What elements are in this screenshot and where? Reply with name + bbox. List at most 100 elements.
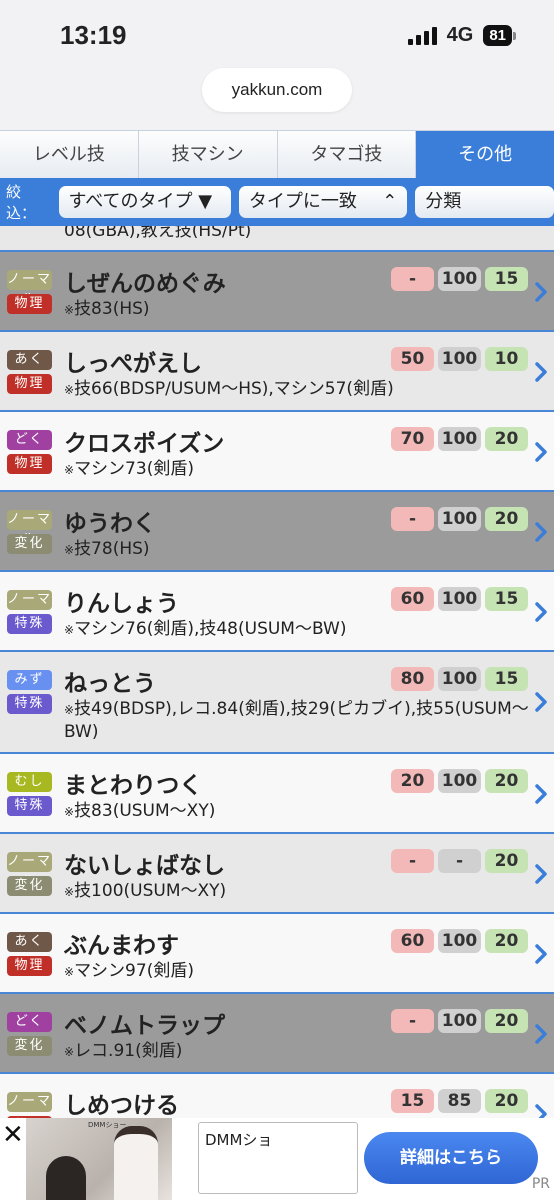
power-value: -: [391, 1009, 434, 1033]
tab-egg-moves[interactable]: タマゴ技: [277, 131, 417, 178]
move-name: ぶんまわす: [64, 933, 179, 959]
list-item[interactable]: ノーマル変化ないしょばなし※技100(USUM〜XY)--20: [0, 834, 554, 914]
accuracy-value: 100: [438, 769, 481, 793]
close-icon[interactable]: ✕: [2, 1120, 24, 1150]
category-badge: 物理: [7, 294, 52, 314]
pp-value: 20: [485, 1009, 528, 1033]
status-time: 13:19: [60, 20, 127, 50]
list-item[interactable]: ノーマル物理しぜんのめぐみ※技83(HS) -10015: [0, 252, 554, 332]
type-badge: どく: [7, 1012, 52, 1032]
list-item[interactable]: あく 物理 しっぺがえし ※技66(BDSP/USUM〜HS),マシン57(剣盾) 50…: [0, 332, 554, 412]
move-source: ※技49(BDSP),レコ.84(剣盾),技29(ピカブイ),技55(USUM〜…: [64, 699, 529, 742]
list-item[interactable]: あく 物理 ぶんまわす ※マシン97(剣盾) 60 100 20: [0, 914, 554, 994]
url-bar[interactable]: yakkun.com: [202, 68, 352, 112]
power-value: 50: [391, 347, 434, 371]
list-item[interactable]: どく 物理 クロスポイズン ※マシン73(剣盾) 70 100 20: [0, 412, 554, 492]
category-badge: 特殊: [7, 694, 52, 714]
chevron-right-icon[interactable]: [532, 440, 550, 464]
ad-details-button[interactable]: 詳細はこちら: [364, 1132, 538, 1184]
list-item[interactable]: むし 特殊 まとわりつく ※技83(USUM〜XY) 20 100 20: [0, 754, 554, 834]
power-value: 60: [391, 929, 434, 953]
ad-image[interactable]: DMMショー: [26, 1118, 172, 1200]
category-badge: 特殊: [7, 614, 52, 634]
tab-level-moves[interactable]: レベル技: [0, 131, 139, 178]
chevron-right-icon[interactable]: [532, 942, 550, 966]
category-badge: 物理: [7, 956, 52, 976]
move-source: ※レコ.91(剣盾): [64, 1041, 183, 1061]
chevron-right-icon[interactable]: [532, 280, 550, 304]
chevron-right-icon[interactable]: [532, 690, 550, 714]
pp-value: 10: [485, 347, 528, 371]
type-badge: ノーマル: [7, 590, 52, 627]
move-source-text: マシン97(剣盾): [74, 961, 194, 981]
ad-pr-label: PR: [531, 1176, 550, 1192]
move-stats: - -20: [391, 849, 528, 873]
type-match-label: タイプに一致: [248, 191, 357, 212]
pp-value: 20: [485, 929, 528, 953]
power-value: 80: [391, 667, 434, 691]
move-name: りんしょう: [64, 591, 179, 617]
move-stats: 50 100 10: [391, 347, 528, 371]
move-name: ゆうわく: [64, 511, 156, 537]
power-value: 60: [391, 587, 434, 611]
category-badge: 物理: [7, 374, 52, 394]
list-item[interactable]: ノーマル変化ゆうわく※技78(HS) -10020: [0, 492, 554, 572]
list-item[interactable]: みず 特殊 ねっとう ※技49(BDSP),レコ.84(剣盾),技29(ピカブイ),技…: [0, 652, 554, 754]
accuracy-value: 85: [438, 1089, 481, 1113]
move-name: しめつける: [64, 1093, 179, 1119]
tab-tm-moves[interactable]: 技マシン: [138, 131, 278, 178]
category-badge: 変化: [7, 1036, 52, 1056]
move-source: ※マシン97(剣盾): [64, 961, 194, 981]
accuracy-value: 100: [438, 427, 481, 451]
chevron-right-icon[interactable]: [532, 1022, 550, 1046]
type-filter-select[interactable]: すべてのタイプ ▼: [58, 186, 231, 218]
pp-value: 20: [485, 507, 528, 531]
status-right: 4G 81: [407, 24, 516, 47]
tab-other-moves[interactable]: その他: [416, 131, 554, 178]
list-item[interactable]: どく 変化 ベノムトラップ ※レコ.91(剣盾) -100 20: [0, 994, 554, 1074]
pp-value: 20: [485, 427, 528, 451]
class-filter-select[interactable]: 分類: [415, 186, 554, 218]
accuracy-value: 100: [438, 667, 481, 691]
move-source: ※マシン73(剣盾): [64, 459, 194, 479]
chevron-right-icon[interactable]: [532, 520, 550, 544]
move-source: ※技83(HS): [64, 299, 150, 319]
move-source-text: 技66(BDSP/USUM〜HS),マシン57(剣盾): [74, 379, 394, 399]
updown-icon: ⌃: [382, 191, 398, 212]
move-source-text: レコ.91(剣盾): [74, 1041, 183, 1061]
pp-value: 20: [485, 849, 528, 873]
chevron-right-icon[interactable]: [532, 862, 550, 886]
chevron-right-icon[interactable]: [532, 360, 550, 384]
move-source-text: 技83(HS): [74, 299, 150, 319]
move-name: しぜんのめぐみ: [64, 271, 226, 297]
move-stats: -100 20: [391, 1009, 528, 1033]
move-stats: -100 20: [391, 507, 528, 531]
move-source-text: マシン73(剣盾): [74, 459, 194, 479]
type-badge: みず: [7, 670, 52, 690]
accuracy-value: 100: [438, 587, 481, 611]
accuracy-value: 100: [438, 507, 481, 531]
power-value: 20: [391, 769, 434, 793]
pp-value: 15: [485, 587, 528, 611]
chevron-right-icon[interactable]: [532, 600, 550, 624]
type-badge: ノーマル: [7, 852, 52, 889]
list-item[interactable]: ノーマル特殊りんしょう※マシン76(剣盾),技48(USUM〜BW) 601001…: [0, 572, 554, 652]
type-badge: ノーマル: [7, 270, 52, 307]
move-source-text: マシン76(剣盾),技48(USUM〜BW): [74, 619, 347, 639]
move-source: ※マシン76(剣盾),技48(USUM〜BW): [64, 619, 347, 639]
accuracy-value: 100: [438, 1009, 481, 1033]
ad-banner[interactable]: DMMショー ✕ DMMショ 詳細はこちら PR: [0, 1118, 554, 1200]
move-source: ※技66(BDSP/USUM〜HS),マシン57(剣盾): [64, 379, 394, 399]
move-name: まとわりつく: [64, 773, 203, 799]
power-value: -: [391, 849, 434, 873]
type-badge: ノーマル: [7, 1092, 52, 1120]
partial-source-text: 08(GBA),教え技(HS/Pt): [64, 226, 252, 241]
pp-value: 20: [485, 769, 528, 793]
chevron-right-icon[interactable]: [532, 782, 550, 806]
type-badge: あく: [7, 350, 52, 370]
list-item[interactable]: ノーマル物理しめつける158520: [0, 1074, 554, 1120]
category-badge: 特殊: [7, 796, 52, 816]
filter-bar: 絞込： すべてのタイプ ▼ タイプに一致 ⌃ 分類: [0, 178, 554, 226]
type-badge: どく: [7, 430, 52, 450]
type-match-select[interactable]: タイプに一致 ⌃: [238, 186, 408, 218]
